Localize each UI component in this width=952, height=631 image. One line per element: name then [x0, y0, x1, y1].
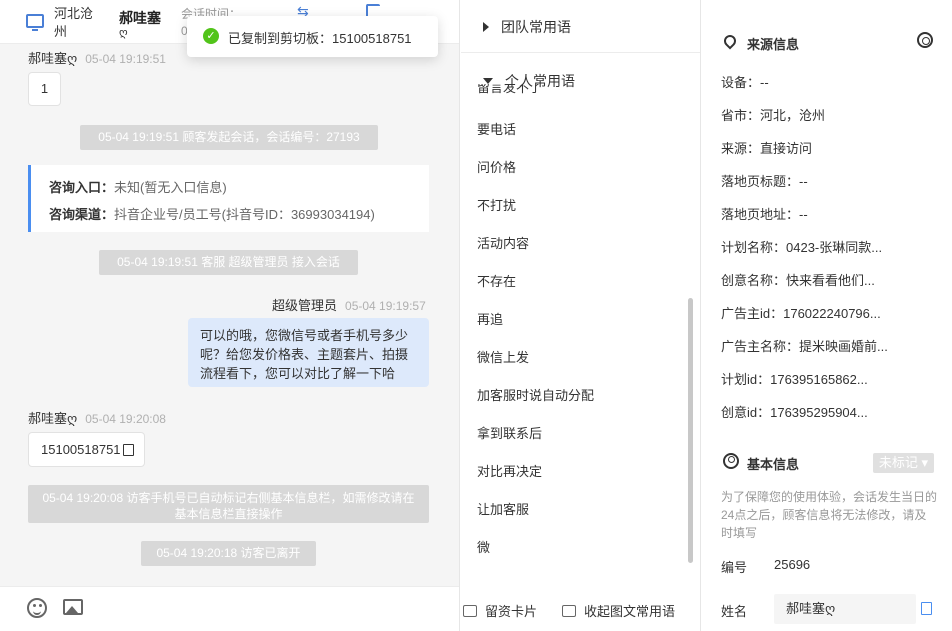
phrase-item[interactable]: 不打扰 — [477, 195, 516, 214]
monitor-icon — [26, 14, 44, 31]
phrase-group-label: 团队常用语 — [501, 19, 571, 35]
user-icon — [723, 453, 739, 469]
phrase-item[interactable]: 让加客服 — [477, 499, 529, 518]
edit-notice: 为了保障您的使用体验，会话发生当日的24点之后，顾客信息将无法修改，请及时填写 — [721, 490, 938, 540]
system-message: 05-04 19:20:08 访客手机号已自动标记右侧基本信息栏，如需修改请在基… — [28, 485, 429, 523]
collapse-phrases-label: 收起图文常用语 — [584, 604, 676, 619]
system-message: 05-04 19:19:51 客服 超级管理员 接入会话 — [99, 250, 358, 275]
phone-number: 15100518751 — [41, 442, 121, 457]
phrase-item[interactable]: 微信上发 — [477, 347, 529, 366]
collapse-phrases-button[interactable]: 收起图文常用语 — [562, 601, 675, 620]
phrase-item[interactable]: 对比再决定 — [477, 461, 542, 480]
emoji-icon[interactable] — [27, 598, 47, 618]
settings-icon[interactable] — [917, 32, 933, 48]
phrase-item[interactable]: 要电话 — [477, 119, 516, 138]
message-meta: 郝哇塞ღ 05-04 19:20:08 — [28, 408, 166, 427]
source-field: 设备：-- — [721, 75, 769, 90]
message-icon — [562, 605, 576, 617]
consult-info-card: 咨询入口：未知(暂无入口信息) 咨询渠道：抖音企业号/员工号(抖音号ID：369… — [28, 165, 429, 232]
chat-panel: 河北沧州 郝哇塞 ღ 会话时间： 0 ⇆ ✓ 已复制到剪切板：151005187… — [0, 0, 460, 631]
location-pin-icon — [721, 32, 739, 50]
name-input[interactable]: 郝哇塞ღ — [774, 594, 916, 624]
name-label: 姓名 — [721, 604, 748, 619]
message-meta: 超级管理员 05-04 19:19:57 — [272, 295, 426, 314]
visitor-message[interactable]: 1 — [28, 72, 61, 106]
id-label: 编号 — [721, 560, 748, 575]
sender-name: 郝哇塞ღ — [28, 411, 78, 426]
consult-entry-value: 未知(暂无入口信息) — [114, 180, 227, 195]
sender-name: 超级管理员 — [272, 298, 338, 313]
source-field: 来源：直接访问 — [721, 141, 813, 156]
phrase-item[interactable]: 拿到联系后 — [477, 423, 542, 442]
chat-toolbar — [0, 586, 459, 631]
source-field: 落地页标题：-- — [721, 174, 808, 189]
image-icon[interactable] — [63, 599, 83, 615]
message-time: 05-04 19:19:51 — [85, 52, 166, 66]
scrollbar[interactable] — [688, 298, 693, 563]
consult-channel-label: 咨询渠道： — [49, 207, 115, 222]
phrase-item[interactable]: 活动内容 — [477, 233, 529, 252]
message-time: 05-04 19:20:08 — [85, 412, 166, 426]
visitor-message[interactable]: 15100518751 — [28, 432, 145, 467]
source-field: 省市：河北，沧州 — [721, 108, 826, 123]
visitor-region: 河北沧州 — [54, 6, 94, 39]
phrase-item[interactable]: 再追 — [477, 309, 503, 328]
system-message: 05-04 19:20:18 访客已离开 — [141, 541, 316, 566]
phrase-item[interactable]: 问价格 — [477, 157, 516, 176]
divider — [461, 52, 700, 53]
lead-card-label: 留资卡片 — [485, 604, 538, 619]
consult-entry: 咨询入口：未知(暂无入口信息) — [49, 177, 227, 196]
source-field: 计划名称：0423-张琳同款... — [721, 240, 883, 255]
check-circle-icon: ✓ — [203, 28, 219, 44]
source-field: 计划id：176395165862... — [721, 372, 868, 387]
phrase-group-team[interactable]: 团队常用语 — [483, 17, 571, 37]
source-field: 创意名称：快来看看他们... — [721, 273, 875, 288]
source-field: 落地页地址：-- — [721, 207, 808, 222]
sender-name: 郝哇塞ღ — [28, 51, 78, 66]
basic-info-title: 基本信息 — [747, 457, 800, 472]
copy-icon[interactable] — [921, 602, 932, 615]
toast-message: 已复制到剪切板：15100518751 — [228, 31, 412, 46]
caret-right-icon — [483, 22, 489, 32]
phrases-panel: 团队常用语 个人常用语 留言发不了 要电话 问价格 不打扰 活动内容 不存在 再追 微信上发… — [461, 0, 701, 631]
tag-dropdown[interactable]: 未标记 ▾ — [873, 453, 934, 473]
visitor-name-symbol: ღ — [119, 27, 128, 39]
phrase-item[interactable]: 加客服时说自动分配 — [477, 385, 594, 404]
source-field: 广告主名称：提米映画婚前... — [721, 339, 888, 354]
id-value: 25696 — [774, 557, 811, 572]
consult-entry-label: 咨询入口： — [49, 180, 115, 195]
source-field: 创意id：176395295904... — [721, 405, 868, 420]
system-message: 05-04 19:19:51 顾客发起会话，会话编号：27193 — [80, 125, 378, 150]
visitor-info-panel: 来源信息 设备：-- 省市：河北，沧州 来源：直接访问 落地页标题：-- 落地页地址：-… — [702, 0, 952, 631]
agent-message[interactable]: 可以的哦，您微信号或者手机号多少呢？给您发价格表、主题套片、拍摄流程看下，您可以… — [188, 318, 429, 387]
visitor-name: 郝哇塞 — [119, 10, 161, 26]
source-field: 广告主id：176022240796... — [721, 306, 881, 321]
message-meta: 郝哇塞ღ 05-04 19:19:51 — [28, 48, 166, 67]
source-info-title: 来源信息 — [747, 37, 800, 52]
consult-channel: 咨询渠道：抖音企业号/员工号(抖音号ID：36993034194) — [49, 204, 375, 223]
lead-card-button[interactable]: 留资卡片 — [463, 601, 537, 620]
phrase-item[interactable]: 微 — [477, 537, 490, 556]
card-icon — [463, 605, 477, 617]
copy-icon[interactable] — [122, 444, 134, 456]
phrase-item[interactable]: 不存在 — [477, 271, 516, 290]
message-time: 05-04 19:19:57 — [345, 299, 426, 313]
copy-toast: ✓ 已复制到剪切板：15100518751 — [187, 16, 438, 57]
phrase-item[interactable]: 留言发不了 — [477, 84, 542, 94]
consult-channel-value: 抖音企业号/员工号(抖音号ID：36993034194) — [114, 207, 375, 222]
